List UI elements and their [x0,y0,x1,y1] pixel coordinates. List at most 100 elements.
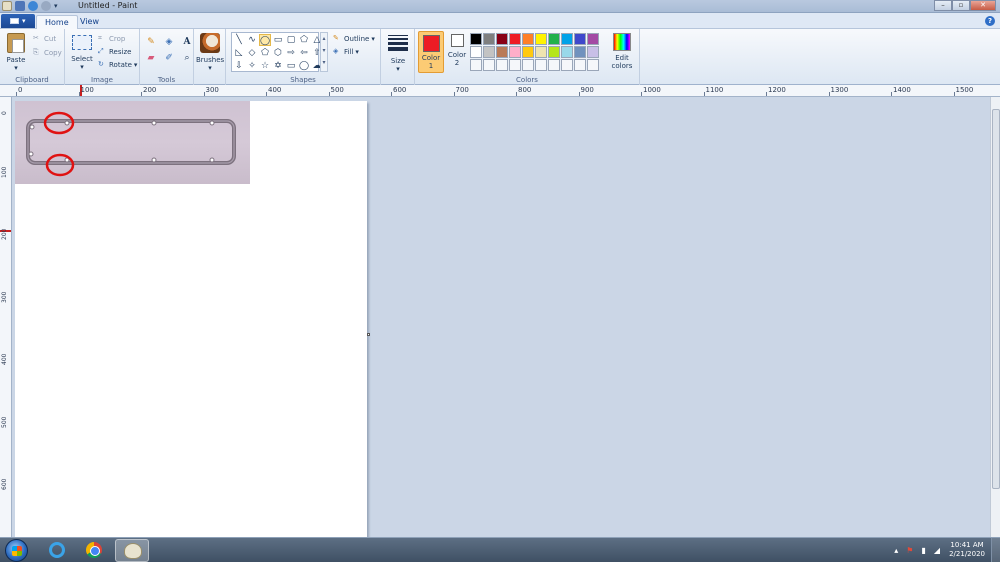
magnifier-icon[interactable]: ⌕ [180,52,194,65]
palette-color-swatch[interactable] [496,59,508,71]
crop-button[interactable]: ⌗ Crop [98,34,125,43]
hexagon-shape-icon[interactable]: ⬡ [272,47,284,59]
taskbar-chrome[interactable] [77,539,111,562]
vertical-scrollbar[interactable] [990,97,1000,537]
drawing-canvas[interactable] [15,101,367,537]
fill-button[interactable]: ◈ Fill ▾ [333,47,359,56]
palette-color-swatch[interactable] [574,46,586,58]
outline-button[interactable]: ✎ Outline ▾ [333,34,375,43]
palette-color-swatch[interactable] [587,59,599,71]
show-desktop-button[interactable] [991,538,1000,562]
select-button[interactable]: Select ▾ [69,35,95,71]
oval-shape-icon[interactable]: ◯ [259,34,271,46]
curve-shape-icon[interactable]: ∿ [246,34,258,46]
palette-color-swatch[interactable] [522,46,534,58]
pencil-icon[interactable]: ✎ [144,36,158,49]
ruler-label: 600 [1,478,8,490]
action-center-flag-icon[interactable]: ⚑ [906,546,913,555]
palette-color-swatch[interactable] [496,46,508,58]
ruler-label: 100 [80,86,94,94]
copy-button[interactable]: ⎘ Copy [33,48,62,57]
palette-color-swatch[interactable] [496,33,508,45]
maximize-button[interactable]: ▫ [952,0,970,11]
four-point-star-shape-icon[interactable]: ✧ [246,60,258,72]
palette-color-swatch[interactable] [535,59,547,71]
pasted-gasket-image[interactable] [15,101,250,184]
five-point-star-shape-icon[interactable]: ☆ [259,60,271,72]
palette-color-swatch[interactable] [561,46,573,58]
left-arrow-shape-icon[interactable]: ⇦ [298,47,310,59]
size-button[interactable]: Size ▾ [386,35,410,73]
palette-color-swatch[interactable] [535,33,547,45]
taskbar-internet-explorer[interactable] [40,539,74,562]
palette-color-swatch[interactable] [509,59,521,71]
palette-color-swatch[interactable] [548,59,560,71]
palette-color-swatch[interactable] [535,46,547,58]
clock[interactable]: 10:41 AM 2/21/2020 [949,541,985,559]
save-icon[interactable] [15,1,25,11]
palette-color-swatch[interactable] [587,46,599,58]
undo-icon[interactable] [28,1,38,11]
palette-color-swatch[interactable] [483,59,495,71]
network-icon[interactable]: ▮ [921,546,925,555]
palette-color-swatch[interactable] [483,46,495,58]
diamond-shape-icon[interactable]: ◇ [246,47,258,59]
palette-color-swatch[interactable] [561,59,573,71]
resize-button[interactable]: ⤢ Resize [98,47,131,56]
right-triangle-shape-icon[interactable]: ◺ [233,47,245,59]
color1-button[interactable]: Color 1 [418,31,444,73]
rotate-button[interactable]: ↻ Rotate ▾ [98,60,137,69]
palette-color-swatch[interactable] [522,33,534,45]
palette-color-swatch[interactable] [483,33,495,45]
palette-color-swatch[interactable] [574,59,586,71]
line-shape-icon[interactable]: ╲ [233,34,245,46]
palette-color-swatch[interactable] [574,33,586,45]
volume-icon[interactable]: ◢ [934,546,940,555]
right-arrow-shape-icon[interactable]: ⇨ [285,47,297,59]
rounded-rectangle-shape-icon[interactable]: ▢ [285,34,297,46]
taskbar-paint[interactable] [115,539,149,562]
palette-color-swatch[interactable] [548,33,560,45]
palette-color-swatch[interactable] [470,33,482,45]
cut-button[interactable]: ✂ Cut [33,34,56,43]
paint-app-icon[interactable] [2,1,12,11]
palette-color-swatch[interactable] [522,59,534,71]
start-button[interactable] [5,539,28,562]
eraser-icon[interactable]: ▰ [144,52,158,65]
rounded-callout-shape-icon[interactable]: ▭ [285,60,297,72]
palette-color-swatch[interactable] [561,33,573,45]
customize-qat-chevron-icon[interactable]: ▾ [54,1,64,11]
minimize-button[interactable]: – [934,0,952,11]
ruler-tick [78,92,80,96]
redo-icon[interactable] [41,1,51,11]
brushes-button[interactable]: Brushes ▾ [196,33,224,72]
palette-color-swatch[interactable] [509,33,521,45]
help-icon[interactable]: ? [985,16,995,26]
show-hidden-icons-icon[interactable]: ▴ [894,546,898,555]
shapes-group-label: Shapes [290,76,316,84]
text-tool-icon[interactable]: A [180,36,194,49]
down-arrow-shape-icon[interactable]: ⇩ [233,60,245,72]
close-button[interactable]: ✕ [970,0,996,11]
palette-color-swatch[interactable] [587,33,599,45]
scrollbar-thumb[interactable] [992,109,1000,489]
fill-bucket-icon[interactable]: ◈ [162,36,176,49]
file-menu-button[interactable]: ▾ [1,14,35,28]
oval-callout-shape-icon[interactable]: ◯ [298,60,310,72]
polygon-shape-icon[interactable]: ⬠ [298,34,310,46]
rectangle-shape-icon[interactable]: ▭ [272,34,284,46]
edit-colors-button[interactable]: Edit colors [609,33,635,70]
canvas-resize-handle[interactable] [367,333,370,336]
pentagon-shape-icon[interactable]: ⬠ [259,47,271,59]
color2-button[interactable]: Color 2 [444,31,470,73]
palette-color-swatch[interactable] [470,59,482,71]
palette-color-swatch[interactable] [470,46,482,58]
paste-button[interactable]: Paste ▾ [4,33,28,72]
tab-view[interactable]: View [72,15,107,29]
palette-color-swatch[interactable] [509,46,521,58]
six-point-star-shape-icon[interactable]: ✡ [272,60,284,72]
palette-color-swatch[interactable] [548,46,560,58]
shapes-gallery-scrollbar[interactable]: ▴ ▾ ▾ [320,32,328,72]
color1-number: 1 [428,62,434,70]
color-picker-icon[interactable]: ✐ [162,52,176,65]
